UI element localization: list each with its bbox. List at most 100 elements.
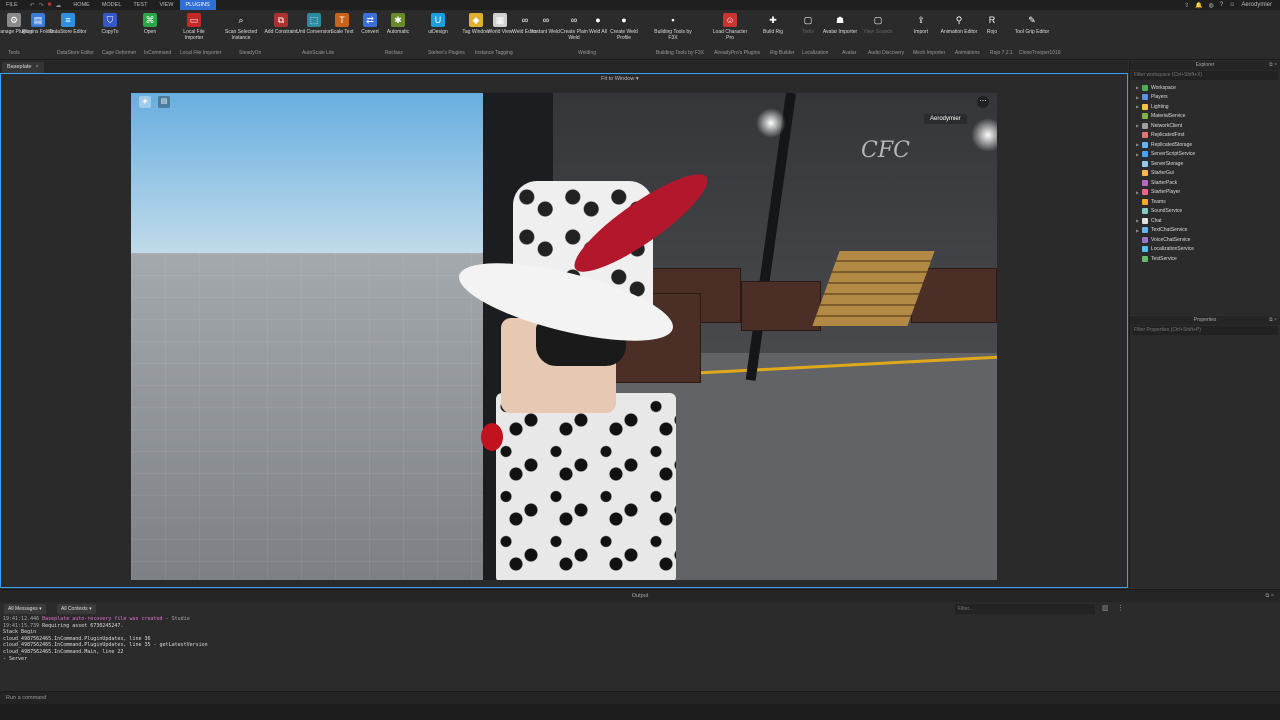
explorer-item-starterpack[interactable]: StarterPack bbox=[1130, 178, 1280, 188]
explorer-item-label: LocalizationService bbox=[1151, 246, 1195, 253]
explorer-item-starterplayer[interactable]: ▶ StarterPlayer bbox=[1130, 188, 1280, 198]
tool-icon: ⌘ bbox=[143, 13, 157, 27]
explorer-item-lighting[interactable]: ▶ Lighting bbox=[1130, 102, 1280, 112]
more-options-icon[interactable]: ⋯ bbox=[977, 96, 989, 108]
explorer-item-label: TextChatService bbox=[1151, 227, 1188, 234]
ribbon-tool-copyto[interactable]: ⛉ CopyTo bbox=[90, 13, 130, 35]
explorer-item-label: VoiceChatService bbox=[1151, 236, 1191, 243]
stop-icon[interactable]: ■ bbox=[48, 2, 52, 9]
log-text: cloud_4987562465.InCommand.PluginUpdates… bbox=[3, 642, 208, 649]
service-icon bbox=[1142, 179, 1148, 186]
more-icon[interactable]: ⋮ bbox=[1117, 604, 1124, 612]
ribbon-tool-rojo[interactable]: R Rojo bbox=[972, 13, 1012, 35]
explorer-item-textchatservice[interactable]: ▶ TextChatService bbox=[1130, 226, 1280, 236]
ribbon-tool-local-file-importer[interactable]: ▭ Local File Importer bbox=[174, 13, 214, 41]
menu-tab-view[interactable]: VIEW bbox=[153, 0, 179, 10]
cloud-icon[interactable]: ☁ bbox=[55, 2, 61, 9]
ribbon-tool-scan-selected-instance[interactable]: ⌕ Scan Selected Instance bbox=[221, 13, 261, 41]
service-icon bbox=[1142, 255, 1148, 262]
roblox-menu-icon[interactable]: ◈ bbox=[139, 96, 151, 108]
explorer-item-players[interactable]: ▶ Players bbox=[1130, 93, 1280, 103]
ribbon-tool-tool-grip-editor[interactable]: ✎ Tool Grip Editor bbox=[1012, 13, 1052, 35]
user-icon[interactable]: ☺ bbox=[1229, 2, 1235, 8]
service-icon bbox=[1142, 113, 1148, 120]
explorer-item-replicatedfirst[interactable]: ReplicatedFirst bbox=[1130, 131, 1280, 141]
explorer-item-workspace[interactable]: ▶ Workspace bbox=[1130, 83, 1280, 93]
share-icon[interactable]: ⇧ bbox=[1184, 2, 1189, 9]
log-source: - Studio bbox=[162, 616, 190, 622]
close-icon[interactable]: ⧉ × bbox=[1269, 316, 1277, 325]
explorer-item-label: Chat bbox=[1151, 217, 1162, 224]
explorer-item-label: NetworkClient bbox=[1151, 122, 1183, 129]
menu-file[interactable]: FILE bbox=[0, 0, 24, 10]
explorer-item-testservice[interactable]: TestService bbox=[1130, 254, 1280, 264]
properties-filter-input[interactable]: Filter Properties (Ctrl+Shift+P) bbox=[1132, 326, 1278, 335]
ribbon-tool-avatar-importer[interactable]: ☗ Avatar Importer bbox=[820, 13, 860, 35]
help-icon[interactable]: ? bbox=[1220, 2, 1223, 8]
fit-to-window-select[interactable]: Fit to Window ▾ bbox=[601, 76, 639, 82]
log-text: cloud_4987562465.InCommand.PluginUpdates… bbox=[3, 635, 151, 642]
explorer-item-label: ReplicatedStorage bbox=[1151, 141, 1193, 148]
messages-filter-select[interactable]: All Messages ▾ bbox=[4, 604, 46, 614]
roblox-studio-window: FILE ↶ ↷ ■ ☁ HOME MODEL TEST VIEW PLUGIN… bbox=[0, 0, 1280, 720]
ribbon-tool-uidesign[interactable]: UuiDesign bbox=[418, 13, 458, 35]
undo-icon[interactable]: ↶ bbox=[30, 2, 35, 9]
ribbon-tool-load-character-pro[interactable]: ☺ Load Character Pro bbox=[710, 13, 750, 41]
tab-baseplate[interactable]: Baseplate × bbox=[2, 62, 44, 73]
menu-tab-plugins[interactable]: PLUGINS bbox=[179, 0, 216, 10]
output-filter-input[interactable]: Filter... bbox=[955, 604, 1095, 614]
ribbon-tool-datastore-editor[interactable]: ≡ DataStore Editor bbox=[48, 13, 88, 35]
explorer-item-voicechatservice[interactable]: VoiceChatService bbox=[1130, 235, 1280, 245]
explorer-item-label: StarterGui bbox=[1151, 170, 1174, 177]
menu-tab-test[interactable]: TEST bbox=[127, 0, 153, 10]
explorer-item-localizationservice[interactable]: LocalizationService bbox=[1130, 245, 1280, 255]
explorer-item-networkclient[interactable]: ▶ NetworkClient bbox=[1130, 121, 1280, 131]
ribbon-tool-build-rig[interactable]: ✚ Build Rig bbox=[753, 13, 793, 35]
clear-output-icon[interactable]: ▥ bbox=[1102, 604, 1109, 612]
service-icon bbox=[1142, 94, 1148, 101]
username[interactable]: Aerodymier bbox=[1241, 2, 1272, 8]
tool-icon: ≡ bbox=[61, 13, 75, 27]
ribbon-tool-automatic[interactable]: ✱ Automatic bbox=[378, 13, 418, 35]
close-icon[interactable]: ⧉ × bbox=[1269, 61, 1277, 70]
menu-tab-model[interactable]: MODEL bbox=[96, 0, 128, 10]
close-icon[interactable]: ⧉ × bbox=[1265, 590, 1274, 602]
globe-icon[interactable]: ◍ bbox=[1209, 2, 1214, 9]
explorer-item-teams[interactable]: Teams bbox=[1130, 197, 1280, 207]
chat-icon[interactable]: ▤ bbox=[158, 96, 170, 108]
explorer-item-replicatedstorage[interactable]: ▶ ReplicatedStorage bbox=[1130, 140, 1280, 150]
explorer-item-soundservice[interactable]: SoundService bbox=[1130, 207, 1280, 217]
bell-icon[interactable]: 🔔 bbox=[1195, 2, 1202, 9]
explorer-item-serverscriptservice[interactable]: ▶ ServerScriptService bbox=[1130, 150, 1280, 160]
menu-bar: FILE ↶ ↷ ■ ☁ HOME MODEL TEST VIEW PLUGIN… bbox=[0, 0, 1280, 10]
explorer-item-startergui[interactable]: StarterGui bbox=[1130, 169, 1280, 179]
explorer-item-materialservice[interactable]: MaterialService bbox=[1130, 112, 1280, 122]
ribbon-tool-view-sounds[interactable]: ▢ View Sounds bbox=[858, 13, 898, 35]
log-line: 19:41:12.446 Baseplate auto-recovery fil… bbox=[3, 616, 1280, 623]
ribbon-group-label: Reclass bbox=[385, 50, 403, 56]
ribbon-tool-open[interactable]: ⌘ Open bbox=[130, 13, 170, 35]
log-line: cloud_4987562465.InCommand.Main, line 22 bbox=[3, 649, 1280, 656]
redo-icon[interactable]: ↷ bbox=[39, 2, 44, 9]
log-text: Requiring asset 6730245247. bbox=[42, 622, 124, 629]
command-bar-input[interactable]: Run a command bbox=[0, 691, 1280, 704]
ribbon-tool-create-weld-profile[interactable]: ● Create Weld Profile bbox=[604, 13, 644, 41]
tool-icon: ☗ bbox=[833, 13, 847, 27]
explorer-item-label: StarterPack bbox=[1151, 179, 1178, 186]
tool-icon: ● bbox=[591, 13, 605, 27]
3d-viewport[interactable]: CFC Aerodymier ◈ ▤ ⋯ bbox=[131, 93, 997, 580]
ribbon-tool-building-tools-by-f3x[interactable]: ▪ Building Tools by F3X bbox=[653, 13, 693, 41]
explorer-item-label: ServerStorage bbox=[1151, 160, 1184, 167]
tool-icon: ✱ bbox=[391, 13, 405, 27]
service-icon bbox=[1142, 84, 1148, 91]
close-icon[interactable]: × bbox=[35, 64, 38, 70]
explorer-item-chat[interactable]: ▶ Chat bbox=[1130, 216, 1280, 226]
ribbon-group-label: Mesh Importer bbox=[913, 50, 946, 56]
ribbon-group-label: Local File Importer bbox=[180, 50, 222, 56]
explorer-item-serverstorage[interactable]: ServerStorage bbox=[1130, 159, 1280, 169]
contexts-filter-select[interactable]: All Contexts ▾ bbox=[57, 604, 96, 614]
explorer-filter-input[interactable]: Filter workspace (Ctrl+Shift+X) bbox=[1132, 71, 1278, 80]
ribbon-tool-import[interactable]: ⇪ Import bbox=[901, 13, 941, 35]
menu-tab-home[interactable]: HOME bbox=[67, 0, 96, 10]
log-text: Stack Begin bbox=[3, 629, 37, 636]
